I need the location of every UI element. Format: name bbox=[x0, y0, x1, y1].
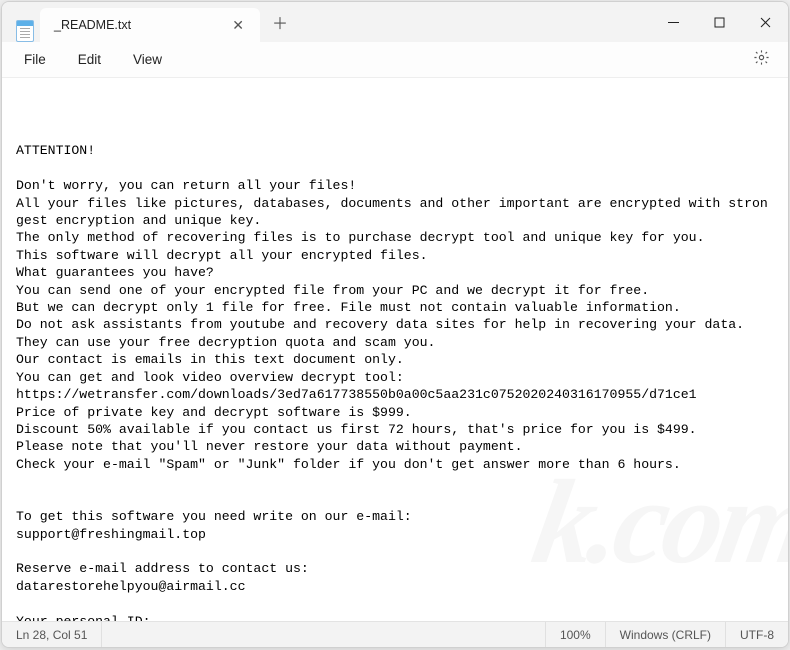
text-line: What guarantees you have? bbox=[16, 264, 774, 281]
text-line bbox=[16, 595, 774, 612]
minimize-icon bbox=[668, 17, 679, 28]
text-line: Our contact is emails in this text docum… bbox=[16, 351, 774, 368]
gear-icon bbox=[753, 49, 770, 66]
close-button[interactable] bbox=[742, 2, 788, 42]
text-line: Price of private key and decrypt softwar… bbox=[16, 404, 774, 421]
text-line: Don't worry, you can return all your fil… bbox=[16, 177, 774, 194]
text-line: support@freshingmail.top bbox=[16, 526, 774, 543]
text-line: https://wetransfer.com/downloads/3ed7a61… bbox=[16, 386, 774, 403]
text-line: To get this software you need write on o… bbox=[16, 508, 774, 525]
menu-view[interactable]: View bbox=[117, 46, 178, 73]
text-line: Discount 50% available if you contact us… bbox=[16, 421, 774, 438]
text-line: The only method of recovering files is t… bbox=[16, 229, 774, 246]
text-line bbox=[16, 491, 774, 508]
text-line: You can get and look video overview decr… bbox=[16, 369, 774, 386]
notepad-icon bbox=[16, 20, 34, 42]
maximize-icon bbox=[714, 17, 725, 28]
close-tab-icon[interactable]: ✕ bbox=[226, 15, 250, 36]
window-controls bbox=[650, 2, 788, 42]
status-encoding[interactable]: UTF-8 bbox=[726, 622, 788, 647]
minimize-button[interactable] bbox=[650, 2, 696, 42]
text-line bbox=[16, 543, 774, 560]
tab-strip: _README.txt ✕ ＋ bbox=[2, 2, 650, 42]
file-tab[interactable]: _README.txt ✕ bbox=[40, 8, 260, 42]
text-line: Check your e-mail "Spam" or "Junk" folde… bbox=[16, 456, 774, 473]
new-tab-button[interactable]: ＋ bbox=[260, 4, 300, 40]
text-line bbox=[16, 160, 774, 177]
status-line-ending[interactable]: Windows (CRLF) bbox=[606, 622, 726, 647]
status-zoom[interactable]: 100% bbox=[546, 622, 606, 647]
text-line: ATTENTION! bbox=[16, 142, 774, 159]
text-line bbox=[16, 473, 774, 490]
text-line: This software will decrypt all your encr… bbox=[16, 247, 774, 264]
text-line: All your files like pictures, databases,… bbox=[16, 195, 774, 230]
settings-button[interactable] bbox=[741, 43, 782, 77]
text-line: But we can decrypt only 1 file for free.… bbox=[16, 299, 774, 316]
text-line: Please note that you'll never restore yo… bbox=[16, 438, 774, 455]
menu-edit[interactable]: Edit bbox=[62, 46, 117, 73]
maximize-button[interactable] bbox=[696, 2, 742, 42]
title-bar: _README.txt ✕ ＋ bbox=[2, 2, 788, 42]
status-bar: Ln 28, Col 51 100% Windows (CRLF) UTF-8 bbox=[2, 621, 788, 647]
notepad-window: _README.txt ✕ ＋ File Edit View bbox=[1, 1, 789, 648]
tab-title: _README.txt bbox=[54, 18, 218, 32]
status-spacer bbox=[102, 622, 546, 647]
app-icon-wrap bbox=[6, 20, 40, 42]
text-editor-area[interactable]: k.com ATTENTION! Don't worry, you can re… bbox=[2, 78, 788, 621]
text-line: Do not ask assistants from youtube and r… bbox=[16, 316, 774, 333]
menu-bar: File Edit View bbox=[2, 42, 788, 78]
text-line: Reserve e-mail address to contact us: bbox=[16, 560, 774, 577]
text-line: You can send one of your encrypted file … bbox=[16, 282, 774, 299]
status-position[interactable]: Ln 28, Col 51 bbox=[2, 622, 102, 647]
menu-file[interactable]: File bbox=[8, 46, 62, 73]
text-line: They can use your free decryption quota … bbox=[16, 334, 774, 351]
close-icon bbox=[760, 17, 771, 28]
text-line: Your personal ID: bbox=[16, 613, 774, 621]
text-line: datarestorehelpyou@airmail.cc bbox=[16, 578, 774, 595]
